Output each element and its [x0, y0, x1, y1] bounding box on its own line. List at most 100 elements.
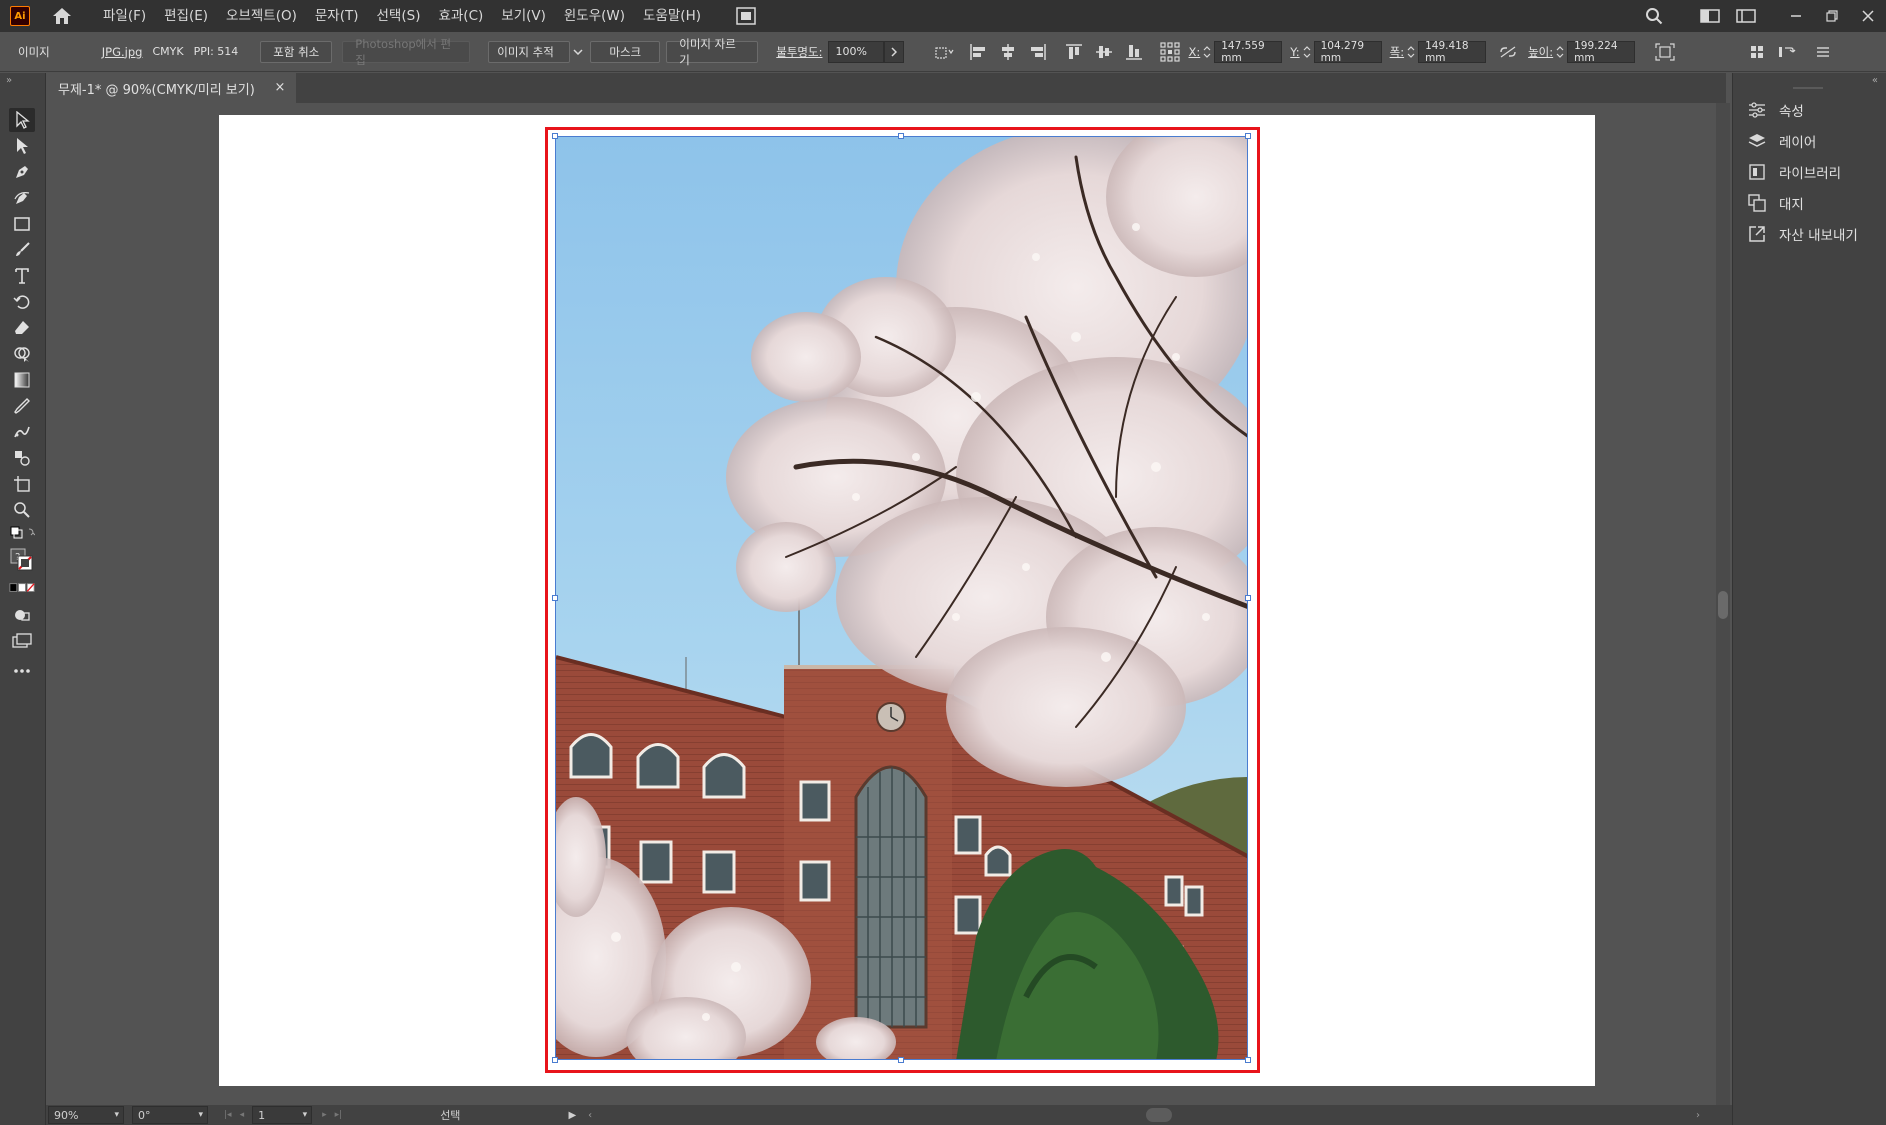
artboard-number-select[interactable]: 1 ▾	[252, 1106, 313, 1124]
opacity-label[interactable]: 불투명도:	[776, 44, 822, 60]
image-trace-dropdown-icon[interactable]	[570, 40, 586, 64]
gradient-tool-icon[interactable]	[9, 368, 35, 392]
close-window-icon[interactable]	[1850, 0, 1886, 32]
minimize-icon[interactable]	[1778, 0, 1814, 32]
zoom-dropdown-icon[interactable]: ▾	[114, 1110, 119, 1120]
artboard-dropdown-icon[interactable]: ▾	[303, 1110, 308, 1120]
status-menu-icon[interactable]: ▶	[568, 1110, 576, 1121]
menu-type[interactable]: 문자(T)	[306, 0, 368, 32]
panel-item-layers[interactable]: 레이어	[1745, 129, 1816, 153]
arrange-options-icon[interactable]	[1775, 40, 1799, 64]
document-tab[interactable]: 무제-1* @ 90%(CMYK/미리 보기) ×	[46, 73, 296, 103]
curvature-tool-icon[interactable]	[9, 186, 35, 210]
y-stepper-icon[interactable]	[1300, 40, 1314, 64]
align-left-icon[interactable]	[966, 40, 990, 64]
scroll-right-icon[interactable]: ›	[1696, 1110, 1700, 1121]
handle-top-left[interactable]	[552, 133, 558, 139]
home-icon[interactable]	[50, 4, 74, 28]
next-artboard-icon[interactable]: ▸	[322, 1110, 327, 1120]
vertical-scrollbar[interactable]	[1716, 103, 1730, 1105]
menu-object[interactable]: 오브젝트(O)	[217, 0, 306, 32]
eyedropper-tool-icon[interactable]	[9, 394, 35, 418]
panel-grip[interactable]	[1793, 87, 1823, 89]
zoom-tool-icon[interactable]	[9, 498, 35, 522]
pen-tool-icon[interactable]	[9, 160, 35, 184]
artboard-tool-icon[interactable]	[9, 472, 35, 496]
menu-file[interactable]: 파일(F)	[94, 0, 155, 32]
handle-top-right[interactable]	[1245, 133, 1251, 139]
panel-item-libraries[interactable]: 라이브러리	[1745, 160, 1841, 184]
handle-bottom-center[interactable]	[898, 1057, 904, 1063]
default-fill-stroke-icon[interactable]	[9, 524, 35, 542]
transform-icon[interactable]	[1653, 40, 1677, 64]
menu-help[interactable]: 도움말(H)	[634, 0, 710, 32]
handle-bottom-right[interactable]	[1245, 1057, 1251, 1063]
menu-edit[interactable]: 편집(E)	[155, 0, 217, 32]
arrange-documents-icon[interactable]	[735, 6, 757, 26]
handle-top-center[interactable]	[898, 133, 904, 139]
edit-in-photoshop-button[interactable]: Photoshop에서 편집	[342, 37, 471, 67]
panel-item-properties[interactable]: 속성	[1745, 98, 1804, 122]
linked-file-link[interactable]: JPG.jpg	[102, 45, 143, 59]
collapse-panels-icon[interactable]: «	[1872, 75, 1878, 86]
x-position-input[interactable]: 147.559 mm	[1214, 40, 1283, 64]
rectangle-tool-icon[interactable]	[9, 212, 35, 236]
paintbrush-tool-icon[interactable]	[9, 238, 35, 262]
previous-artboard-icon[interactable]: ◂	[240, 1110, 245, 1120]
placed-image[interactable]	[555, 136, 1248, 1060]
vertical-scroll-thumb[interactable]	[1718, 591, 1728, 619]
last-artboard-icon[interactable]: ▸|	[335, 1110, 343, 1120]
menu-effect[interactable]: 효과(C)	[429, 0, 492, 32]
recolor-artwork-icon[interactable]	[932, 40, 956, 64]
rotation-dropdown-icon[interactable]: ▾	[198, 1110, 203, 1120]
restore-icon[interactable]	[1814, 0, 1850, 32]
embed-cancel-button[interactable]: 포함 취소	[260, 40, 333, 63]
crop-image-button[interactable]: 이미지 자르기	[666, 37, 759, 67]
search-icon[interactable]	[1636, 0, 1672, 32]
scroll-left-icon[interactable]: ‹	[588, 1110, 592, 1121]
direct-selection-tool-icon[interactable]	[9, 134, 35, 158]
align-right-icon[interactable]	[1026, 40, 1050, 64]
edit-toolbar-icon[interactable]	[9, 659, 35, 683]
screen-mode-icon[interactable]	[9, 629, 35, 653]
handle-middle-right[interactable]	[1245, 595, 1251, 601]
panel-layout-icon[interactable]	[1728, 0, 1764, 32]
panel-menu-icon[interactable]	[1811, 40, 1835, 64]
constrain-proportions-icon[interactable]	[1496, 40, 1520, 64]
mask-button[interactable]: 마스크	[590, 40, 661, 63]
puppet-warp-tool-icon[interactable]	[9, 420, 35, 444]
opacity-dropdown-icon[interactable]	[884, 40, 905, 63]
selection-tool-icon[interactable]	[9, 108, 35, 132]
horizontal-scroll-thumb[interactable]	[1146, 1108, 1172, 1122]
blend-tool-icon[interactable]	[9, 446, 35, 470]
type-tool-icon[interactable]	[9, 264, 35, 288]
height-input[interactable]: 199.224 mm	[1567, 40, 1636, 64]
shape-builder-tool-icon[interactable]	[9, 342, 35, 366]
zoom-select[interactable]: 90% ▾	[48, 1106, 124, 1124]
handle-middle-left[interactable]	[552, 595, 558, 601]
rotation-select[interactable]: 0° ▾	[132, 1106, 208, 1124]
menu-view[interactable]: 보기(V)	[492, 0, 555, 32]
width-input[interactable]: 149.418 mm	[1418, 40, 1487, 64]
width-stepper-icon[interactable]	[1404, 40, 1418, 64]
align-vertical-center-icon[interactable]	[1092, 40, 1116, 64]
align-top-icon[interactable]	[1062, 40, 1086, 64]
first-artboard-icon[interactable]: |◂	[224, 1110, 232, 1120]
eraser-tool-icon[interactable]	[9, 316, 35, 340]
draw-mode-icon[interactable]	[9, 603, 35, 627]
align-bottom-icon[interactable]	[1122, 40, 1146, 64]
handle-bottom-left[interactable]	[552, 1057, 558, 1063]
x-stepper-icon[interactable]	[1200, 40, 1214, 64]
panel-item-export-assets[interactable]: 자산 내보내기	[1745, 222, 1858, 246]
rotate-tool-icon[interactable]	[9, 290, 35, 314]
fill-stroke-swatch-icon[interactable]: ?	[9, 546, 35, 578]
collapse-toolbar-icon[interactable]: »	[6, 75, 12, 86]
opacity-input[interactable]: 100%	[828, 40, 885, 63]
panel-item-artboards[interactable]: 대지	[1745, 191, 1804, 215]
menu-select[interactable]: 선택(S)	[368, 0, 430, 32]
color-mode-buttons-icon[interactable]	[9, 581, 35, 595]
align-horizontal-center-icon[interactable]	[996, 40, 1020, 64]
image-trace-button[interactable]: 이미지 추적	[488, 40, 571, 63]
height-stepper-icon[interactable]	[1553, 40, 1567, 64]
close-tab-icon[interactable]: ×	[272, 80, 288, 96]
